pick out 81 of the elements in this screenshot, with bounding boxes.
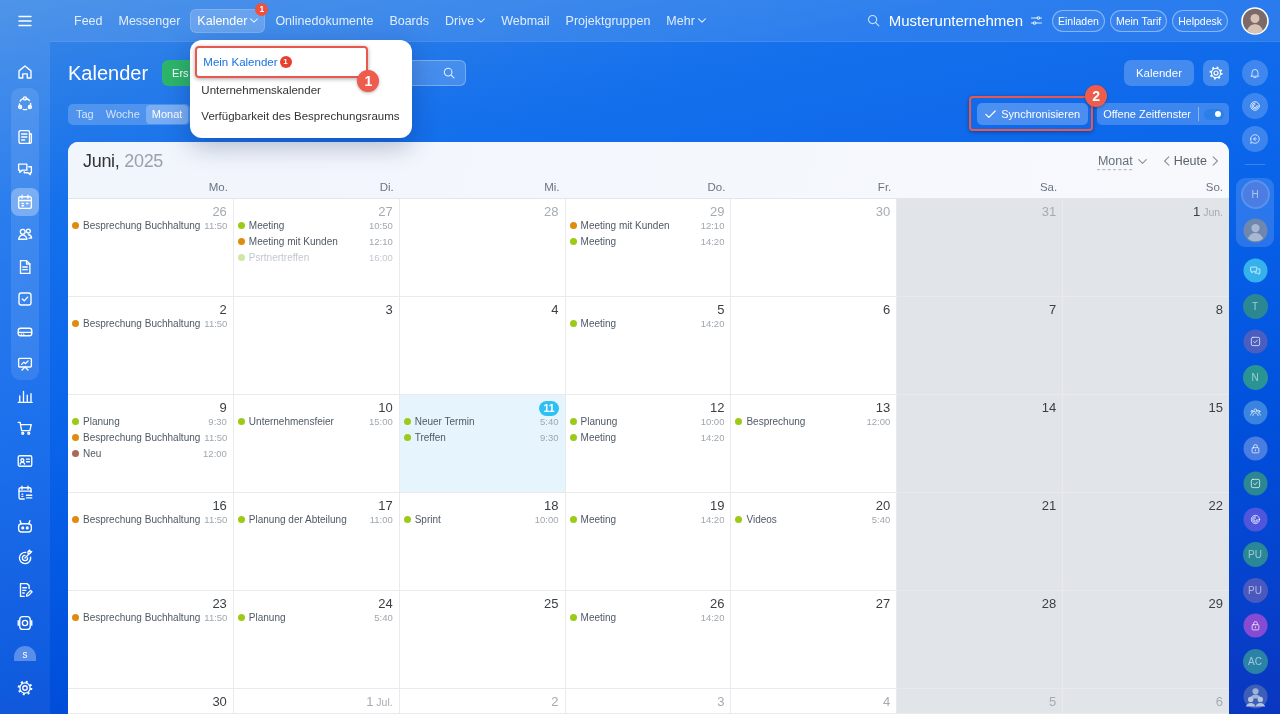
event-time: 15:00	[368, 415, 393, 427]
day-number: 3	[385, 302, 393, 318]
day-number: 10	[378, 400, 393, 416]
event-time: 9:30	[208, 415, 227, 427]
day-number: 27	[378, 204, 393, 220]
step-badge: 1	[357, 69, 380, 92]
event-time: 14:20	[700, 431, 725, 443]
day-number: 7	[1048, 302, 1057, 318]
day-number: 20	[875, 498, 891, 514]
event-time: 14:20	[700, 611, 725, 623]
event-time: 10:00	[534, 513, 559, 525]
event-time: 14:20	[700, 235, 725, 247]
day-number: 25	[544, 596, 559, 612]
day-number: 9	[219, 400, 227, 416]
event-time: 5:40	[871, 513, 891, 525]
event-time: 14:20	[700, 513, 725, 525]
month-label: Jun.	[1203, 206, 1223, 218]
day-number: 17	[378, 498, 393, 514]
month-title: Juni, 2025	[83, 150, 164, 172]
page-title: Kalender	[68, 61, 149, 85]
weekday-label: Mi.	[543, 180, 561, 195]
step-badge: 2	[1085, 85, 1108, 107]
day-number: 31	[1041, 204, 1057, 220]
day-number: 28	[544, 204, 559, 220]
notification-badge: 1	[255, 2, 269, 16]
day-number: 30	[212, 694, 227, 710]
weekday-label: Di.	[378, 180, 395, 195]
day-number: 16	[212, 498, 227, 514]
event-time: 11:50	[204, 431, 228, 443]
day-number: 26	[709, 596, 725, 612]
day-number: 21	[1041, 498, 1057, 514]
day-number: 15	[1208, 400, 1223, 416]
day-number: 12	[709, 400, 725, 416]
weekday-label: So.	[1204, 180, 1224, 195]
day-number: 3	[717, 694, 725, 710]
day-number: 23	[212, 596, 227, 612]
day-number: 26	[212, 204, 227, 220]
day-number: 30	[875, 204, 891, 220]
weekday-label: Fr.	[876, 180, 893, 195]
event-time: 12:00	[866, 415, 891, 427]
event-time: 9:30	[540, 431, 559, 443]
weekday-label: Sa.	[1038, 180, 1059, 195]
day-number: 1	[1192, 204, 1201, 220]
day-number: 2	[551, 694, 559, 710]
day-number: 6	[883, 302, 891, 318]
day-number: 5	[1048, 694, 1057, 710]
event-time: 11:50	[204, 513, 228, 525]
day-number: 19	[709, 498, 725, 514]
day-number: 27	[875, 596, 891, 612]
day-number: 5	[717, 302, 725, 318]
event-time: 12:10	[368, 235, 393, 247]
event-time: 11:50	[204, 611, 228, 623]
event-time: 12:10	[700, 219, 725, 231]
day-number: 6	[1215, 694, 1223, 710]
event-time: 11:00	[369, 513, 393, 525]
day-number: 22	[1208, 498, 1223, 514]
event-time: 10:50	[368, 219, 393, 231]
weekday-label: Do.	[706, 180, 727, 195]
day-number: 29	[709, 204, 725, 220]
event-time: 12:00	[203, 447, 227, 459]
event-time: 5:40	[540, 415, 559, 427]
day-number: 8	[1215, 302, 1223, 318]
event-time: 11:50	[204, 317, 228, 329]
day-number: 18	[544, 498, 559, 514]
event-time: 11:50	[204, 219, 228, 231]
weekday-label: Mo.	[207, 180, 229, 195]
event-time: 14:20	[700, 317, 725, 329]
day-number: 14	[1041, 400, 1057, 416]
event-time: 5:40	[374, 611, 393, 623]
day-number: 4	[883, 694, 891, 710]
event-time: 10:00	[700, 415, 725, 427]
day-number: 28	[1041, 596, 1057, 612]
day-number: 29	[1208, 596, 1223, 612]
day-number: 24	[378, 596, 393, 612]
day-number: 2	[219, 302, 227, 318]
day-number: 1	[366, 694, 374, 710]
day-number: 11	[539, 400, 559, 416]
day-number: 13	[875, 400, 891, 416]
notification-badge: 1	[279, 55, 292, 68]
month-label: Jul.	[376, 696, 393, 708]
day-number: 4	[551, 302, 559, 318]
